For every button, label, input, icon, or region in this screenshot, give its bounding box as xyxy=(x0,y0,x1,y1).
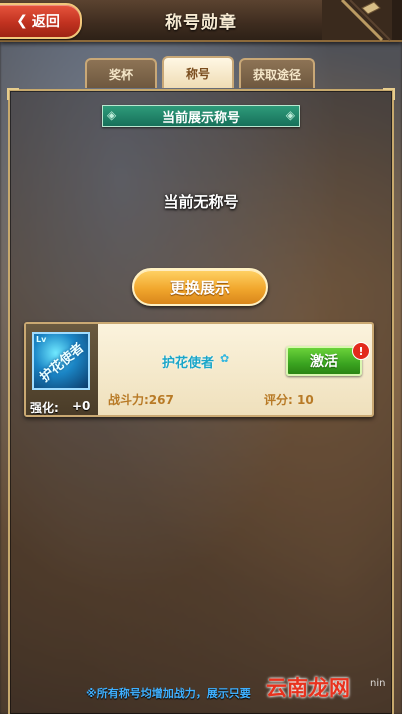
title-name: 护花使者 xyxy=(162,356,215,371)
activate-button[interactable]: 激活 xyxy=(286,346,362,376)
enhance-label: 强化: xyxy=(30,401,59,415)
corner-ornament-icon xyxy=(322,0,402,42)
title-star-icon: ✿ xyxy=(220,352,230,365)
footer-note: ※所有称号均增加战力，展示只要 xyxy=(86,687,251,700)
tab-obtain-method[interactable]: 获取途径 xyxy=(239,58,315,88)
header-bar: ❮ 返回 称号勋章 xyxy=(0,0,402,42)
empty-title-text: 当前无称号 xyxy=(163,193,239,211)
watermark-sub: nin xyxy=(370,678,386,689)
section-banner-title: 当前展示称号 xyxy=(161,110,240,126)
alert-badge: ! xyxy=(352,342,370,360)
combat-power-stat: 战斗力:267 xyxy=(108,393,174,407)
title-icon-frame: Lv 护花使者 强化: +0 xyxy=(26,324,98,415)
title-card[interactable]: Lv 护花使者 强化: +0 护花使者 ✿ 激活 ! 战斗力:267 评分: 1… xyxy=(24,322,374,417)
banner-right-ornament-icon: ◈ xyxy=(285,108,295,122)
tab-title[interactable]: 称号 xyxy=(162,56,234,88)
tab-bar: 奖杯 称号 获取途径 xyxy=(85,56,315,90)
title-medal-icon[interactable]: Lv 护花使者 xyxy=(32,332,90,390)
watermark-logo: 云南龙网 xyxy=(266,676,350,700)
section-banner: ◈ 当前展示称号 ◈ xyxy=(102,105,300,127)
tab-trophy[interactable]: 奖杯 xyxy=(85,58,157,88)
enhance-value: +0 xyxy=(72,399,91,413)
panel-corner-ornament xyxy=(7,88,19,100)
medal-glyph-text: 护花使者 xyxy=(37,340,88,385)
change-display-button[interactable]: 更换展示 xyxy=(132,268,268,306)
banner-left-ornament-icon: ◈ xyxy=(107,108,117,122)
score-stat: 评分: 10 xyxy=(264,393,314,407)
panel-corner-ornament xyxy=(383,88,395,100)
medal-level-text: Lv xyxy=(36,335,47,344)
